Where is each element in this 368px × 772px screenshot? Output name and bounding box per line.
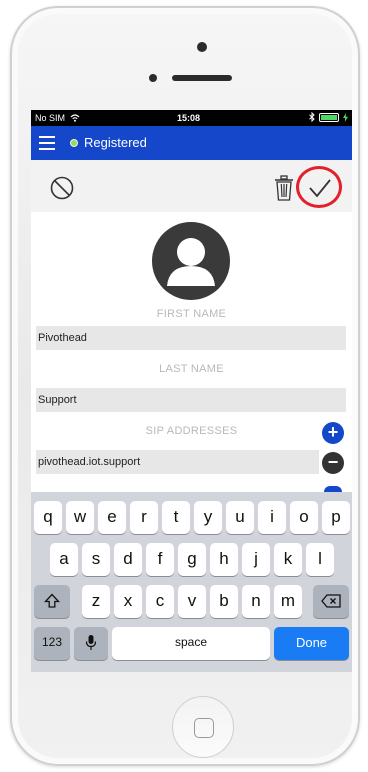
key-i[interactable]: i [258,501,286,534]
shift-key[interactable] [34,585,70,618]
confirm-highlight[interactable] [296,166,342,208]
app-bar: Registered [31,126,352,160]
add-sip-button[interactable]: + [322,422,344,444]
registration-status-dot [70,139,78,147]
front-camera [197,42,207,52]
proximity-sensor [149,74,157,82]
key-c[interactable]: c [146,585,174,618]
checkmark-icon[interactable] [308,177,332,199]
key-x[interactable]: x [114,585,142,618]
key-h[interactable]: h [210,543,238,576]
trash-icon[interactable] [274,175,294,201]
earpiece-speaker [172,75,232,81]
key-w[interactable]: w [66,501,94,534]
contact-form: FIRST NAME Pivothead LAST NAME Support S… [31,212,352,482]
key-b[interactable]: b [210,585,238,618]
key-f[interactable]: f [146,543,174,576]
keyboard: q w e r t y u i o p a s d f g h j k l z … [31,492,352,672]
dictation-key[interactable] [74,627,108,660]
first-name-label: FIRST NAME [156,308,227,320]
numbers-key[interactable]: 123 [34,627,70,660]
key-m[interactable]: m [274,585,302,618]
remove-sip-button[interactable]: − [322,452,344,474]
battery-icon [319,112,339,122]
key-u[interactable]: u [226,501,254,534]
sip-address-field[interactable]: pivothead.iot.support [36,450,319,474]
key-z[interactable]: z [82,585,110,618]
key-v[interactable]: v [178,585,206,618]
key-s[interactable]: s [82,543,110,576]
microphone-icon [85,635,97,650]
backspace-key[interactable] [313,585,349,618]
last-name-label: LAST NAME [159,363,224,375]
shift-icon [44,593,60,608]
key-n[interactable]: n [242,585,270,618]
key-k[interactable]: k [274,543,302,576]
status-bar: No SIM 15:08 [31,110,352,126]
screen: No SIM 15:08 Registered FIRST NAME Pivot… [31,110,352,672]
key-a[interactable]: a [50,543,78,576]
bluetooth-icon [309,112,315,122]
key-o[interactable]: o [290,501,318,534]
home-square-icon [194,718,214,738]
toolbar [31,160,352,212]
carrier-text: No SIM [35,113,66,123]
key-l[interactable]: l [306,543,334,576]
space-key[interactable]: space [112,627,270,660]
home-button[interactable] [172,696,234,758]
avatar[interactable] [152,222,230,300]
user-silhouette-icon [167,238,215,286]
menu-icon[interactable] [39,136,55,150]
key-t[interactable]: t [162,501,190,534]
key-j[interactable]: j [242,543,270,576]
backspace-icon [321,594,341,608]
last-name-field[interactable]: Support [36,388,346,412]
key-r[interactable]: r [130,501,158,534]
sip-addresses-label: SIP ADDRESSES [145,425,238,437]
key-p[interactable]: p [322,501,350,534]
first-name-field[interactable]: Pivothead [36,326,346,350]
registration-status: Registered [84,135,147,150]
status-icons [309,112,348,122]
cancel-icon[interactable] [50,176,74,200]
key-y[interactable]: y [194,501,222,534]
clock: 15:08 [177,113,201,123]
carrier-label: No SIM [35,113,80,123]
key-q[interactable]: q [34,501,62,534]
wifi-icon [70,114,79,122]
charging-icon [343,112,348,122]
key-g[interactable]: g [178,543,206,576]
key-d[interactable]: d [114,543,142,576]
key-e[interactable]: e [98,501,126,534]
done-key[interactable]: Done [274,627,349,660]
